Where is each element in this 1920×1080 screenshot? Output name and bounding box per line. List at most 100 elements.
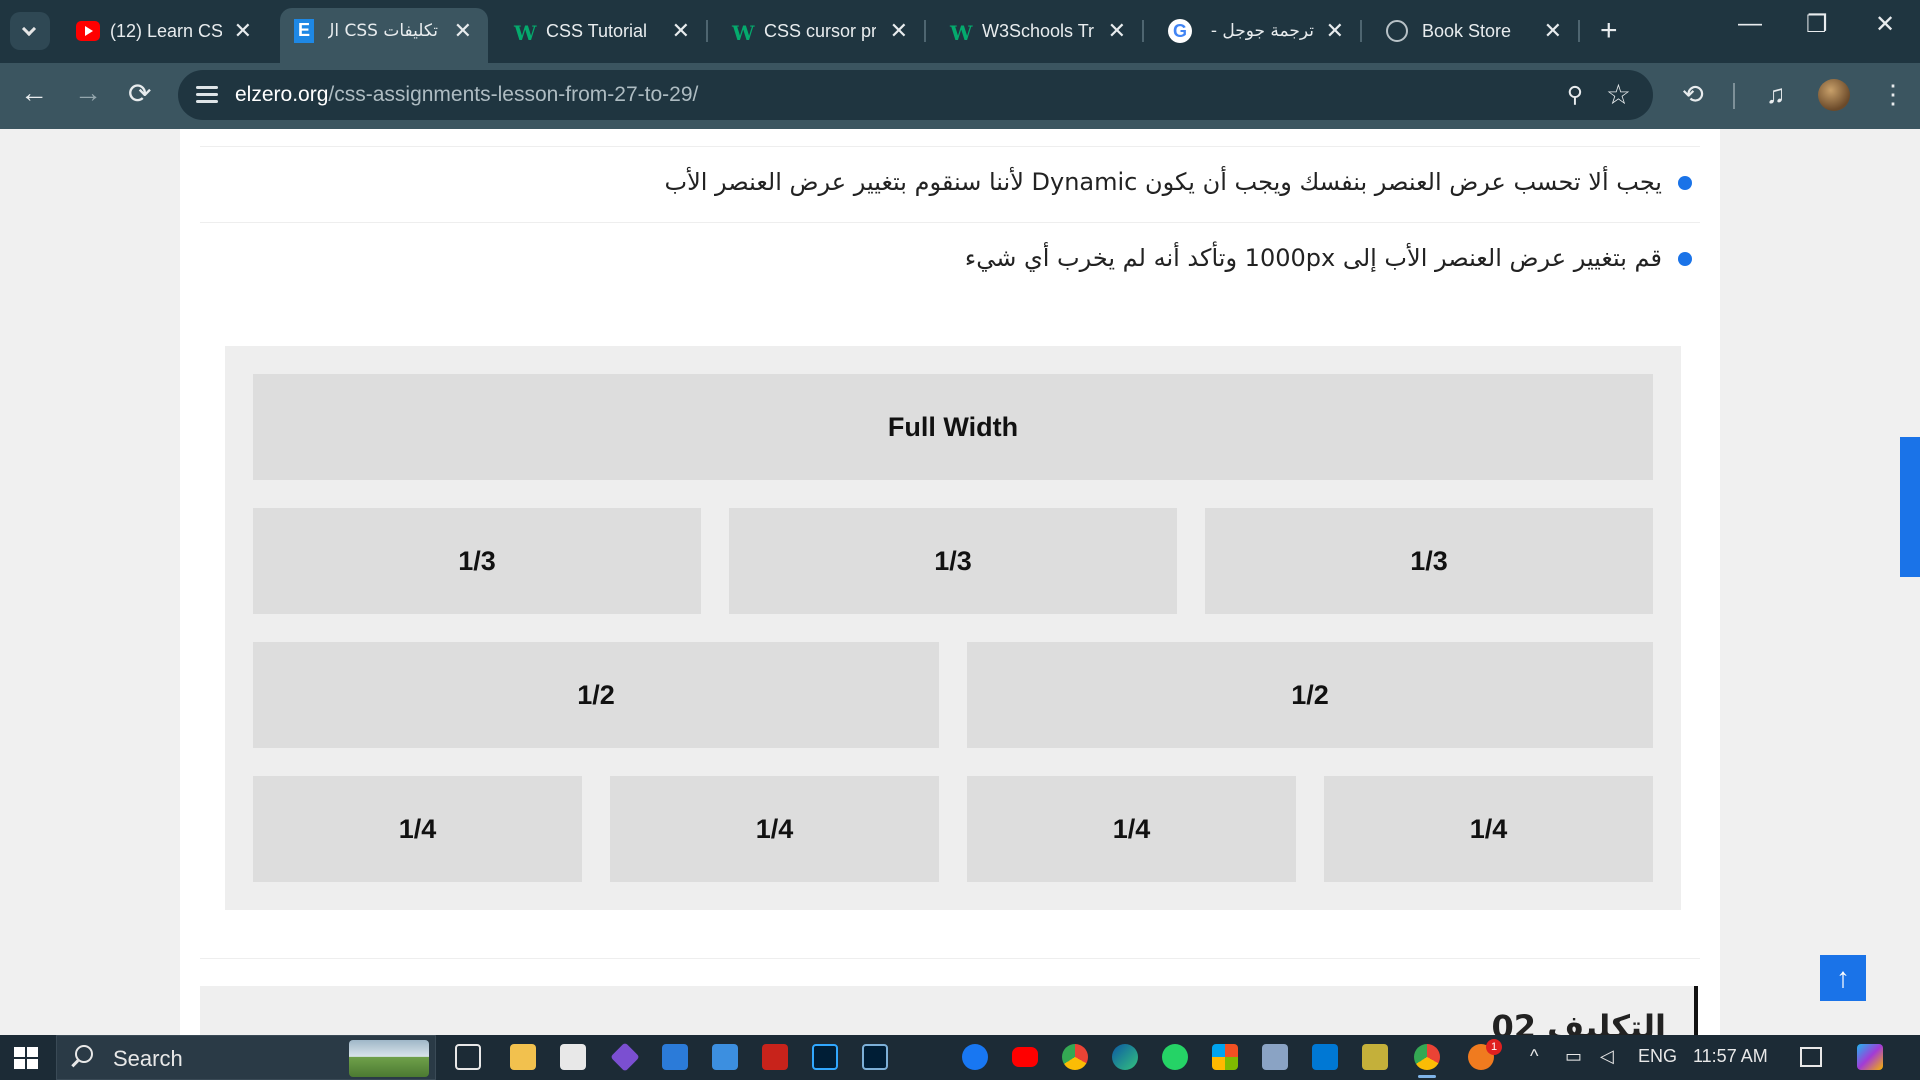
- youtube-icon[interactable]: [1012, 1047, 1038, 1067]
- w3schools-icon: W: [514, 21, 537, 45]
- url-text[interactable]: elzero.org/css-assignments-lesson-from-2…: [235, 83, 698, 107]
- toolbar-divider: [1733, 83, 1735, 109]
- divider: [200, 146, 1700, 147]
- forward-button[interactable]: →: [74, 77, 102, 109]
- tab-youtube[interactable]: (12) Learn CSS ✕: [62, 8, 268, 55]
- tab-title: W3Schools Try: [982, 21, 1094, 41]
- half-box: 1/2: [967, 642, 1653, 748]
- app-icon[interactable]: [1262, 1044, 1288, 1070]
- close-tab-icon[interactable]: ✕: [1326, 18, 1344, 44]
- page-viewport: يجب ألا تحسب عرض العنصر بنفسك ويجب أن يك…: [0, 129, 1920, 1035]
- chrome-icon[interactable]: [1062, 1044, 1088, 1070]
- bullet-icon: [1678, 176, 1692, 190]
- tab-title: CSS Tutorial: [546, 21, 648, 41]
- taskbar-search-box[interactable]: Search: [56, 1035, 436, 1080]
- scrollbar-thumb[interactable]: [1900, 437, 1920, 577]
- bullet-icon: [1678, 252, 1692, 266]
- site-info-icon[interactable]: [196, 84, 218, 104]
- task-view-icon[interactable]: [455, 1044, 481, 1070]
- address-bar[interactable]: elzero.org/css-assignments-lesson-from-2…: [178, 70, 1653, 120]
- tab-css-cursor[interactable]: W CSS cursor pro ✕: [718, 8, 926, 55]
- url-path: /css-assignments-lesson-from-27-to-29/: [328, 83, 699, 106]
- tab-css-tutorial[interactable]: W CSS Tutorial ✕: [500, 8, 708, 55]
- tab-separator: [1578, 20, 1580, 42]
- close-tab-icon[interactable]: ✕: [1544, 18, 1562, 44]
- show-hidden-icons[interactable]: ^: [1530, 1046, 1538, 1067]
- windows-taskbar: Search 1 ^ ▭ ◁ ENG 11:57 AM: [0, 1035, 1920, 1080]
- close-tab-icon[interactable]: ✕: [454, 18, 472, 44]
- clock[interactable]: 11:57 AM: [1693, 1046, 1768, 1067]
- app-icon[interactable]: [662, 1044, 688, 1070]
- url-domain: elzero.org: [235, 83, 329, 106]
- scroll-to-top-button[interactable]: ↑: [1820, 955, 1866, 1001]
- app-icon[interactable]: [712, 1044, 738, 1070]
- bullet-text: يجب ألا تحسب عرض العنصر بنفسك ويجب أن يك…: [664, 168, 1662, 196]
- store-icon[interactable]: [560, 1044, 586, 1070]
- tab-title: (12) Learn CSS: [110, 21, 222, 41]
- quarter-box: 1/4: [967, 776, 1296, 882]
- copilot-icon[interactable]: [1857, 1044, 1883, 1070]
- history-icon[interactable]: ⟲: [1682, 79, 1704, 110]
- office-icon[interactable]: [1212, 1044, 1238, 1070]
- close-tab-icon[interactable]: ✕: [672, 18, 690, 44]
- full-width-box: Full Width: [253, 374, 1653, 480]
- zoom-icon[interactable]: ⚲: [1567, 82, 1583, 108]
- reload-button[interactable]: ⟳: [128, 77, 151, 110]
- tab-title: CSS cursor pro: [764, 21, 876, 41]
- tab-title: تكليفات CSS ال: [328, 21, 438, 41]
- tab-separator: [1360, 20, 1362, 42]
- w3schools-icon: W: [950, 21, 973, 45]
- tab-title: ترجمة جوجل -: [1210, 21, 1314, 41]
- layout-demo-grid: Full Width 1/3 1/3 1/3 1/2 1/2 1/4 1/4 1…: [225, 346, 1681, 910]
- list-item: قم بتغيير عرض العنصر الأب إلى 1000px وتأ…: [965, 244, 1692, 284]
- quarter-box: 1/4: [1324, 776, 1653, 882]
- acrobat-icon[interactable]: [762, 1044, 788, 1070]
- chevron-down-icon: [21, 21, 37, 37]
- photoshop-icon[interactable]: [812, 1044, 838, 1070]
- search-highlight-image: [349, 1040, 429, 1077]
- paint-icon[interactable]: [1362, 1044, 1388, 1070]
- tab-search-button[interactable]: [10, 12, 50, 50]
- close-tab-icon[interactable]: ✕: [890, 18, 908, 44]
- language-indicator[interactable]: ENG: [1638, 1046, 1677, 1067]
- volume-icon[interactable]: ◁: [1600, 1046, 1614, 1067]
- notifications-icon[interactable]: [1800, 1047, 1822, 1067]
- youtube-icon: [76, 21, 100, 41]
- edge-icon[interactable]: [1112, 1044, 1138, 1070]
- media-control-icon[interactable]: ♫: [1766, 79, 1786, 110]
- search-icon: [75, 1045, 93, 1063]
- tab-book-store[interactable]: Book Store ✕: [1372, 8, 1580, 55]
- new-tab-button[interactable]: +: [1600, 14, 1618, 48]
- notification-badge: 1: [1486, 1039, 1502, 1055]
- tab-separator: [924, 20, 926, 42]
- quarter-box: 1/4: [253, 776, 582, 882]
- tab-elzero[interactable]: E تكليفات CSS ال ✕: [280, 8, 488, 63]
- tab-separator: [1142, 20, 1144, 42]
- restore-button[interactable]: ❐: [1806, 10, 1828, 39]
- tab-google-translate[interactable]: G ترجمة جوجل - ✕: [1154, 8, 1362, 55]
- close-window-button[interactable]: ✕: [1875, 10, 1895, 39]
- list-item: يجب ألا تحسب عرض العنصر بنفسك ويجب أن يك…: [664, 168, 1692, 208]
- close-tab-icon[interactable]: ✕: [1108, 18, 1126, 44]
- tab-w3schools-try[interactable]: W W3Schools Try ✕: [936, 8, 1144, 55]
- back-button[interactable]: ←: [20, 77, 48, 109]
- lightroom-icon[interactable]: [862, 1044, 888, 1070]
- globe-icon: [1386, 20, 1408, 42]
- minimize-button[interactable]: —: [1738, 10, 1762, 38]
- file-explorer-icon[interactable]: [510, 1044, 536, 1070]
- close-tab-icon[interactable]: ✕: [234, 18, 252, 44]
- vscode-icon[interactable]: [1312, 1044, 1338, 1070]
- bookmark-star-icon[interactable]: ☆: [1606, 78, 1631, 111]
- facebook-icon[interactable]: [962, 1044, 988, 1070]
- tab-title: Book Store: [1422, 21, 1512, 41]
- half-box: 1/2: [253, 642, 939, 748]
- chrome-running-icon[interactable]: [1414, 1044, 1440, 1078]
- media-player-icon[interactable]: [610, 1042, 640, 1072]
- whatsapp-icon[interactable]: [1162, 1044, 1188, 1070]
- menu-icon[interactable]: ⋮: [1880, 79, 1906, 110]
- network-icon[interactable]: ▭: [1565, 1046, 1582, 1067]
- profile-avatar[interactable]: [1818, 79, 1850, 111]
- third-box: 1/3: [253, 508, 701, 614]
- assignment-heading: التكليف 02: [1491, 1008, 1666, 1035]
- windows-start-icon[interactable]: [14, 1047, 38, 1069]
